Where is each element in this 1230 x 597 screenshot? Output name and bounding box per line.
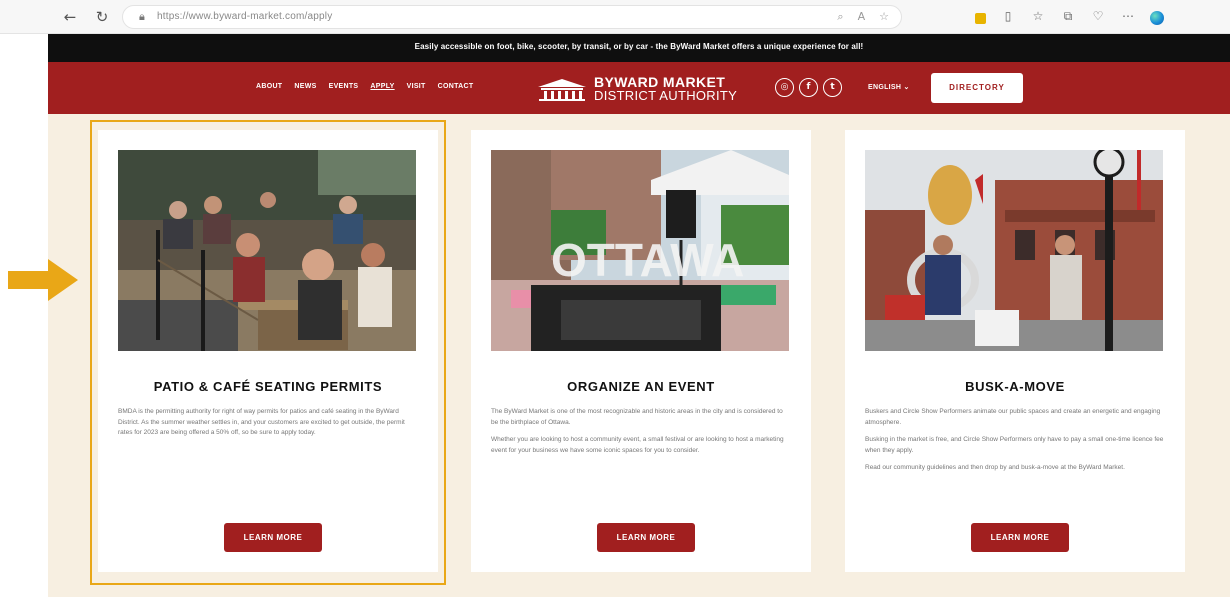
main-nav: ABOUT NEWS EVENTS APPLY VISIT CONTACT — [256, 83, 473, 90]
nav-news[interactable]: NEWS — [294, 83, 316, 90]
favorites-bar-icon[interactable]: ☆ — [1030, 6, 1046, 26]
lock-icon: 🔒︎ — [139, 10, 145, 23]
social-links: ◎ f t — [775, 78, 842, 97]
directory-button[interactable]: DIRECTORY — [931, 73, 1023, 103]
card-busk-a-move: BUSK-A-MOVE Buskers and Circle Show Perf… — [845, 130, 1185, 572]
busker-photo — [865, 150, 1163, 351]
zoom-icon[interactable]: ⌕ — [837, 9, 843, 25]
card-paragraph: Whether you are looking to host a commun… — [491, 436, 784, 454]
card-paragraph: Busking in the market is free, and Circl… — [865, 436, 1164, 454]
favorite-icon[interactable]: ☆ — [879, 9, 889, 25]
language-selector[interactable]: ENGLISH ⌄ — [868, 83, 910, 91]
announcement-text: Easily accessible on foot, bike, scooter… — [414, 42, 864, 51]
site-logo[interactable]: BYWARD MARKET DISTRICT AUTHORITY — [536, 72, 751, 104]
back-icon[interactable]: ← — [60, 7, 80, 27]
instagram-icon[interactable]: ◎ — [775, 78, 794, 97]
profile-icon[interactable]: ♡ — [1090, 6, 1106, 26]
card-organize-event: OTTAWA ORGANIZE AN EVENT The ByWard Mark… — [471, 130, 811, 572]
learn-more-button[interactable]: LEARN MORE — [971, 523, 1069, 552]
ottawa-sign: OTTAWA — [551, 234, 744, 286]
card-title: ORGANIZE AN EVENT — [567, 379, 715, 394]
logo-line-2: DISTRICT AUTHORITY — [594, 88, 738, 103]
highlight-box — [90, 120, 446, 585]
card-paragraph: Read our community guidelines and then d… — [865, 464, 1125, 471]
market-building-icon — [538, 79, 586, 101]
address-bar[interactable]: 🔒︎ https://www.byward-market.com/apply ⌕… — [122, 5, 902, 29]
screenshot: ← ↻ 🔒︎ https://www.byward-market.com/app… — [0, 0, 1230, 597]
browser-toolbar: ← ↻ 🔒︎ https://www.byward-market.com/app… — [0, 0, 1230, 34]
card-body: The ByWard Market is one of the most rec… — [491, 407, 791, 463]
read-aloud-icon[interactable]: A — [858, 9, 866, 25]
browser-tools: ▯ ☆ ⧉ ♡ ⋯ — [975, 6, 1164, 26]
card-paragraph: The ByWard Market is one of the most rec… — [491, 408, 783, 426]
edge-icon[interactable] — [1150, 10, 1164, 25]
twitter-icon[interactable]: t — [823, 78, 842, 97]
nav-contact[interactable]: CONTACT — [438, 83, 474, 90]
url-text[interactable]: https://www.byward-market.com/apply — [157, 11, 332, 22]
more-icon[interactable]: ⋯ — [1120, 6, 1136, 26]
facebook-icon[interactable]: f — [799, 78, 818, 97]
arrow-pointer-icon — [8, 259, 78, 301]
card-title: BUSK-A-MOVE — [965, 379, 1065, 394]
collections-icon[interactable] — [975, 12, 986, 24]
nav-visit[interactable]: VISIT — [407, 83, 426, 90]
nav-events[interactable]: EVENTS — [329, 83, 359, 90]
learn-more-button[interactable]: LEARN MORE — [597, 523, 695, 552]
card-paragraph: Buskers and Circle Show Performers anima… — [865, 408, 1161, 426]
announcement-bar: Easily accessible on foot, bike, scooter… — [48, 34, 1230, 62]
address-bar-actions: ⌕ A ☆ — [837, 9, 889, 25]
event-photo: OTTAWA — [491, 150, 789, 351]
refresh-icon[interactable]: ↻ — [92, 7, 112, 27]
split-screen-icon[interactable]: ▯ — [1000, 6, 1016, 26]
nav-about[interactable]: ABOUT — [256, 83, 282, 90]
extensions-icon[interactable]: ⧉ — [1060, 6, 1076, 26]
card-body: Buskers and Circle Show Performers anima… — [865, 407, 1165, 481]
site-header: ABOUT NEWS EVENTS APPLY VISIT CONTACT BY… — [48, 62, 1230, 114]
nav-apply[interactable]: APPLY — [370, 83, 394, 90]
